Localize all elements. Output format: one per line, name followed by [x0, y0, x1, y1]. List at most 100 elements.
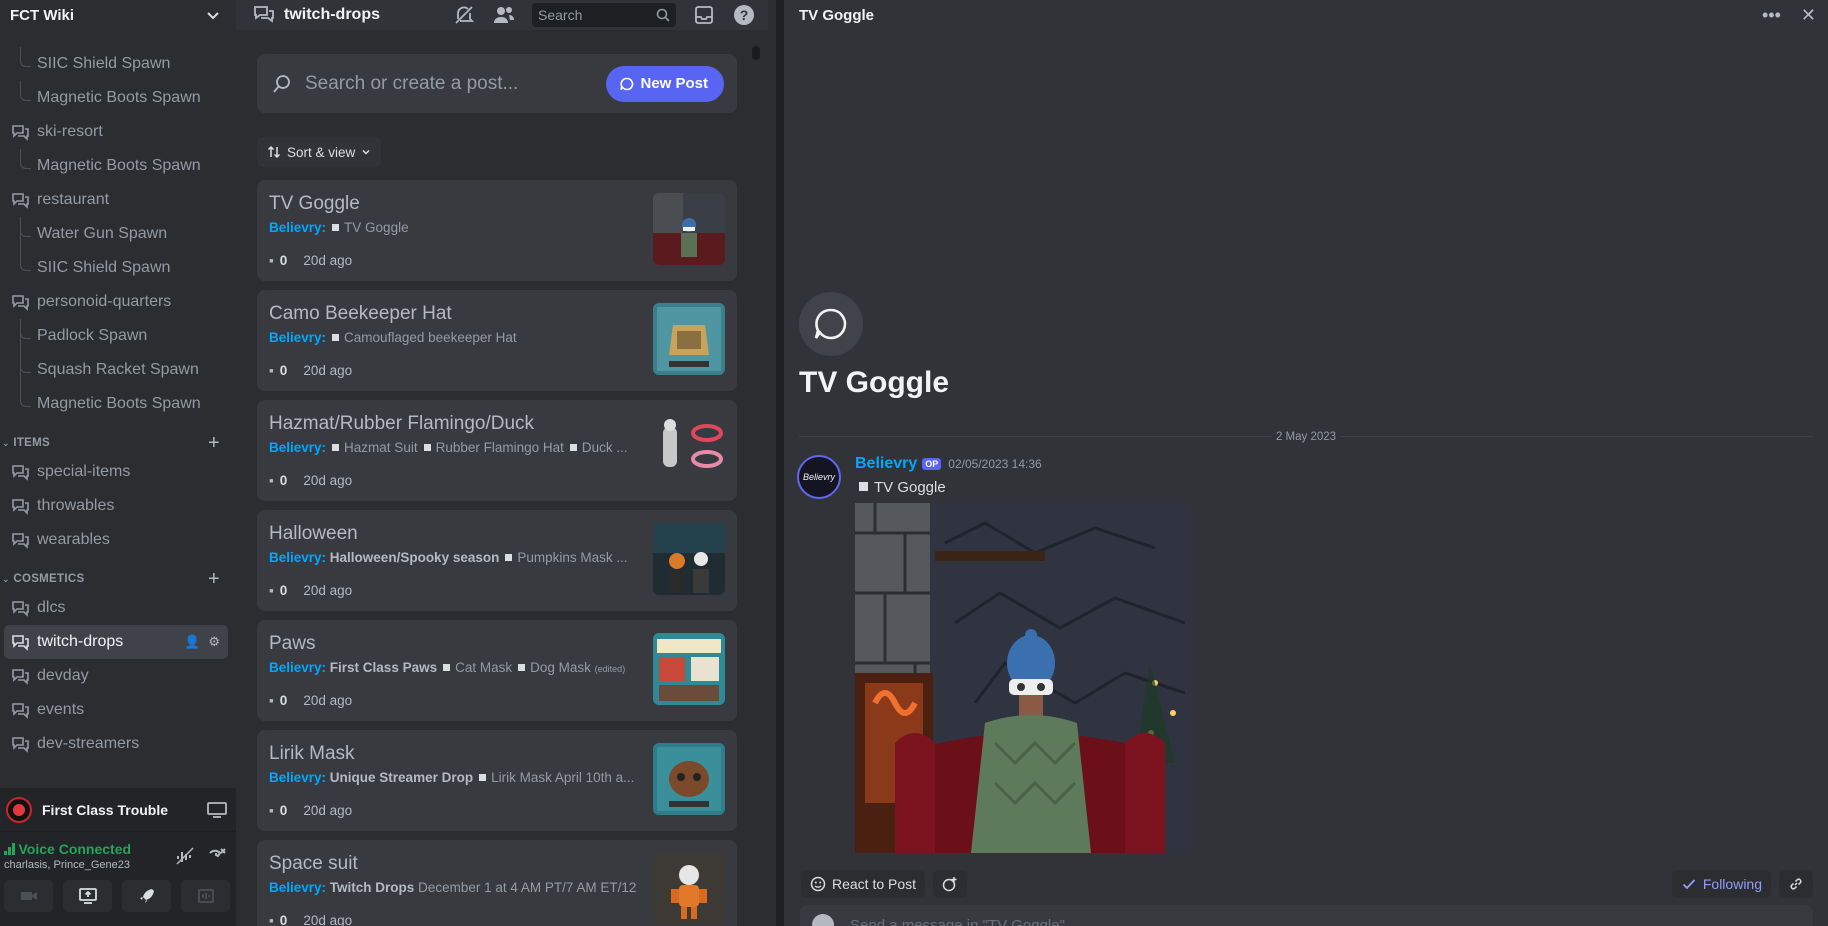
- forum-channel-ski-resort[interactable]: ski-resort: [0, 115, 236, 149]
- rocket-icon: [139, 889, 154, 903]
- attach-plus-icon[interactable]: [812, 914, 834, 926]
- user-panel: First Class Trouble Voice Connected char…: [0, 788, 236, 926]
- post-action-bar: React to Post Following: [784, 863, 1828, 905]
- thread-item[interactable]: Magnetic Boots Spawn: [0, 81, 236, 115]
- close-icon[interactable]: ✕: [1801, 5, 1816, 26]
- new-post-button[interactable]: New Post: [606, 65, 724, 102]
- signal-icon: [4, 843, 15, 855]
- forum-icon: [12, 193, 29, 209]
- noise-suppression-icon[interactable]: [174, 845, 196, 867]
- avatar[interactable]: Believry: [797, 455, 841, 499]
- add-channel-icon[interactable]: +: [208, 568, 220, 591]
- thread-item[interactable]: Magnetic Boots Spawn: [0, 387, 236, 421]
- forum-channel-throwables[interactable]: throwables: [0, 489, 236, 523]
- forum-icon: [12, 499, 29, 515]
- post-card[interactable]: Halloween Believry: Halloween/Spooky sea…: [257, 510, 737, 611]
- emoji-icon: [810, 876, 826, 892]
- post-card[interactable]: TV Goggle Believry: TV Goggle ▪ 0 20d ago: [257, 180, 737, 281]
- search-icon: [273, 74, 290, 93]
- post-thumbnail: [653, 633, 725, 705]
- thread-item[interactable]: Padlock Spawn: [0, 319, 236, 353]
- post-card[interactable]: Hazmat/Rubber Flamingo/Duck Believry: Haz…: [257, 400, 737, 501]
- react-to-post-button[interactable]: React to Post: [801, 870, 926, 898]
- forum-channel-personoid-quarters[interactable]: personoid-quarters: [0, 285, 236, 319]
- forum-icon: [12, 601, 29, 617]
- screen-share-icon[interactable]: [206, 801, 228, 819]
- forum-channel-special-items[interactable]: special-items: [0, 455, 236, 489]
- post-card[interactable]: Space suit Believry: Twitch Drops Decemb…: [257, 840, 737, 926]
- voice-members: charlasis, Prince_Gene23: [4, 859, 130, 871]
- message-author[interactable]: Believry: [855, 455, 917, 473]
- server-name: FCT Wiki: [10, 6, 75, 24]
- sort-view-button[interactable]: Sort & view: [257, 137, 382, 167]
- inbox-icon[interactable]: [692, 3, 716, 27]
- notifications-muted-icon[interactable]: [452, 3, 476, 27]
- thread-item[interactable]: SIIC Shield Spawn: [0, 251, 236, 285]
- post-card[interactable]: Paws Believry: First Class Paws Cat Mask D…: [257, 620, 737, 721]
- forum-channel-dlcs[interactable]: dlcs: [0, 591, 236, 625]
- forum-pane: twitch-drops Search ? Search or create a…: [236, 0, 776, 926]
- voice-connected-label[interactable]: Voice Connected: [19, 841, 132, 857]
- post-card[interactable]: Camo Beekeeper Hat Believry: Camouflaged …: [257, 290, 737, 391]
- thread-item[interactable]: Squash Racket Spawn: [0, 353, 236, 387]
- thread-item[interactable]: SIIC Shield Spawn: [0, 47, 236, 81]
- member-list-icon[interactable]: [492, 3, 516, 27]
- post-thumbnail: [653, 413, 725, 485]
- server-header[interactable]: FCT Wiki: [0, 0, 236, 30]
- forum-channel-wearables[interactable]: wearables: [0, 523, 236, 557]
- camera-button[interactable]: [4, 880, 53, 912]
- add-channel-icon[interactable]: +: [208, 432, 220, 455]
- message-input[interactable]: Send a message in "TV Goggle": [800, 905, 1813, 926]
- category-cosmetics[interactable]: ⌄ COSMETICS +: [0, 557, 236, 591]
- forum-icon: [12, 125, 29, 141]
- forum-icon: [12, 703, 29, 719]
- comment-icon: ▪: [269, 693, 274, 708]
- category-items[interactable]: ⌄ ITEMS +: [0, 421, 236, 455]
- invite-icon[interactable]: 👤: [184, 634, 200, 650]
- soundboard-button[interactable]: [181, 880, 230, 912]
- forum-icon: [12, 669, 29, 685]
- link-icon: [1790, 878, 1802, 890]
- help-icon[interactable]: ?: [732, 3, 756, 27]
- message-tag: TV Goggle: [855, 479, 946, 496]
- add-reaction-button[interactable]: [933, 870, 968, 898]
- scrollbar[interactable]: [752, 46, 760, 60]
- screen-share-button[interactable]: [63, 880, 112, 912]
- chat-bubble-icon: [620, 77, 634, 90]
- search-input[interactable]: Search: [532, 3, 676, 27]
- disconnect-call-icon[interactable]: [206, 845, 228, 867]
- message-timestamp: 02/05/2023 14:36: [948, 457, 1042, 471]
- search-or-create-input[interactable]: Search or create a post... New Post: [257, 54, 737, 113]
- post-card[interactable]: Lirik Mask Believry: Unique Streamer Dro…: [257, 730, 737, 831]
- forum-channel-twitch-drops[interactable]: twitch-drops 👤 ⚙: [4, 625, 228, 659]
- forum-icon: [254, 6, 274, 23]
- thread-item[interactable]: Magnetic Boots Spawn: [0, 149, 236, 183]
- thread-big-title: TV Goggle: [799, 366, 949, 399]
- forum-channel-restaurant[interactable]: restaurant: [0, 183, 236, 217]
- game-logo-icon: [6, 796, 32, 823]
- post-thumbnail: [653, 743, 725, 815]
- message-image[interactable]: [855, 503, 1192, 853]
- activity-bar[interactable]: First Class Trouble: [0, 788, 236, 832]
- thread-item[interactable]: Water Gun Spawn: [0, 217, 236, 251]
- forum-channel-dev-streamers[interactable]: dev-streamers: [0, 727, 236, 761]
- forum-channel-events[interactable]: events: [0, 693, 236, 727]
- channel-title: twitch-drops: [284, 6, 380, 23]
- comment-icon: ▪: [269, 363, 274, 378]
- activity-button[interactable]: [122, 880, 171, 912]
- camera-icon: [20, 892, 37, 900]
- voice-status: Voice Connected charlasis, Prince_Gene23: [0, 832, 236, 880]
- gear-icon[interactable]: ⚙: [208, 634, 220, 650]
- copy-link-button[interactable]: [1779, 870, 1813, 898]
- channel-sidebar: FCT Wiki SIIC Shield Spawn Magnetic Boot…: [0, 0, 236, 926]
- post-thumbnail: [653, 523, 725, 595]
- more-options-icon[interactable]: •••: [1762, 5, 1781, 26]
- forum-channel-devday[interactable]: devday: [0, 659, 236, 693]
- thread-header: TV Goggle ••• ✕: [784, 0, 1828, 30]
- sort-icon: [267, 145, 281, 159]
- following-button[interactable]: Following: [1671, 870, 1771, 898]
- comment-icon: ▪: [269, 473, 274, 488]
- comment-icon: ▪: [269, 913, 274, 926]
- chevron-down-icon: [362, 149, 370, 155]
- search-icon: [656, 8, 670, 22]
